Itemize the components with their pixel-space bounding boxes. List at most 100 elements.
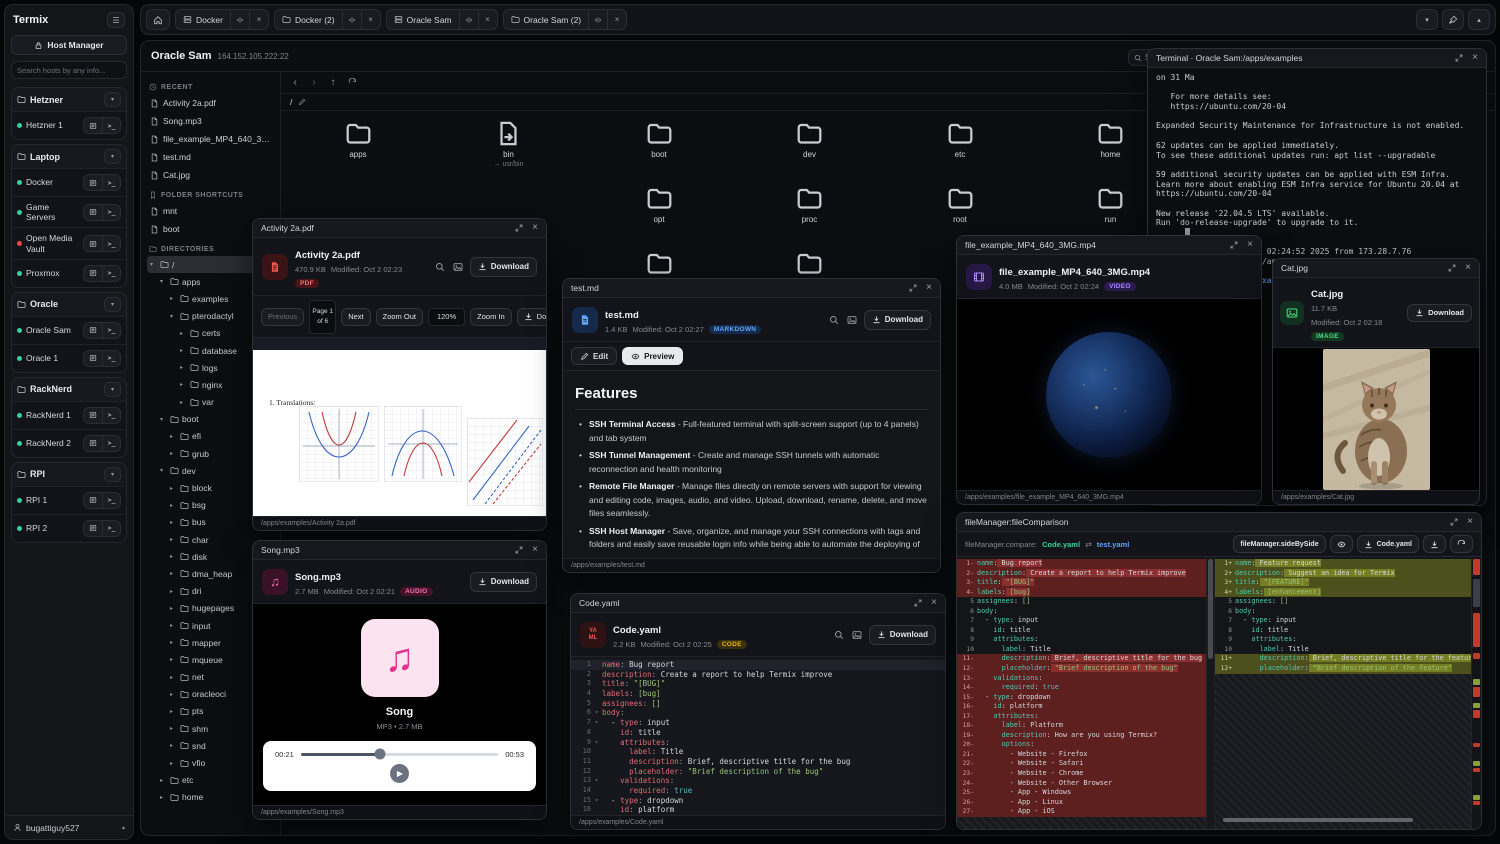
recent-cat-jpg[interactable]: Cat.jpg	[147, 166, 274, 184]
collapse-group-button[interactable]: ▾	[104, 149, 121, 164]
download-button[interactable]: Download	[470, 257, 537, 277]
diff-scrollbar[interactable]	[1207, 557, 1215, 829]
markdown-preview[interactable]: Features SSH Terminal Access - Full-feat…	[563, 371, 940, 558]
edit-path-icon[interactable]	[298, 98, 306, 106]
image-mode-icon[interactable]	[852, 630, 862, 640]
host-oracle-1[interactable]: Oracle 1>_	[12, 344, 126, 372]
shortcut-mnt[interactable]: mnt	[147, 202, 274, 220]
play-button[interactable]: ▶	[390, 764, 409, 783]
download-button[interactable]: Download	[517, 308, 546, 326]
file-manager-button[interactable]	[84, 436, 102, 451]
search-icon[interactable]	[829, 315, 839, 325]
code-editor[interactable]: 1name: Bug report2description: Create a …	[571, 657, 945, 815]
image-canvas[interactable]	[1273, 348, 1479, 490]
group-header-laptop[interactable]: Laptop▾	[12, 145, 126, 168]
grid-item-etc[interactable]: etc	[885, 120, 1035, 159]
expand-icon[interactable]	[914, 599, 922, 607]
close-icon[interactable]: ×	[1247, 240, 1253, 250]
grid-item-proc[interactable]: proc	[735, 185, 885, 224]
file-manager-button[interactable]	[84, 493, 102, 508]
collapse-group-button[interactable]: ▾	[104, 467, 121, 482]
tab-split-icon[interactable]	[342, 9, 361, 30]
host-manager-button[interactable]: Host Manager	[11, 35, 127, 55]
slider-thumb[interactable]	[374, 749, 385, 760]
recent-file-example-mp4-640-3mg[interactable]: file_example_MP4_640_3MG...	[147, 130, 274, 148]
recent-test-md[interactable]: test.md	[147, 148, 274, 166]
pdf-page[interactable]: 1. Translations:	[253, 338, 546, 516]
file-manager-button[interactable]	[84, 323, 102, 338]
host-open-media-vault[interactable]: Open Media Vault>_	[12, 227, 126, 258]
file-manager-button[interactable]	[84, 408, 102, 423]
grid-item-opt[interactable]: opt	[584, 185, 734, 224]
tab-docker-2[interactable]: Docker (2)×	[274, 9, 381, 30]
grid-item-boot[interactable]: boot	[584, 120, 734, 159]
image-mode-icon[interactable]	[847, 315, 857, 325]
tab-split-icon[interactable]	[459, 9, 478, 30]
file-manager-button[interactable]	[84, 118, 102, 133]
tab-close-icon[interactable]: ×	[607, 9, 626, 30]
window-titlebar[interactable]: Terminal · Oracle Sam:/apps/examples ×	[1148, 49, 1486, 68]
file-manager-button[interactable]	[84, 175, 102, 190]
terminal-button[interactable]: >_	[102, 493, 120, 508]
expand-icon[interactable]	[515, 224, 523, 232]
host-search-input[interactable]: Search hosts by any info...	[11, 61, 127, 79]
group-header-oracle[interactable]: Oracle▾	[12, 293, 126, 316]
host-game-servers[interactable]: Game Servers>_	[12, 196, 126, 227]
file-manager-button[interactable]	[84, 521, 102, 536]
window-titlebar[interactable]: Code.yaml ×	[571, 594, 945, 613]
terminal-button[interactable]: >_	[102, 436, 120, 451]
group-header-racknerd[interactable]: RackNerd▾	[12, 378, 126, 401]
window-titlebar[interactable]: file_example_MP4_640_3MG.mp4 ×	[957, 236, 1261, 255]
host-oracle-sam[interactable]: Oracle Sam>_	[12, 316, 126, 344]
close-icon[interactable]: ×	[1467, 517, 1473, 527]
preview-tab[interactable]: Preview	[622, 347, 683, 365]
zoom-out-button[interactable]: Zoom Out	[376, 308, 423, 326]
forward-button[interactable]: ›	[306, 75, 322, 91]
collapse-group-button[interactable]: ▾	[104, 297, 121, 312]
download-left-button[interactable]: Code.yaml	[1357, 535, 1419, 553]
download-button[interactable]: Download	[1407, 304, 1472, 322]
window-titlebar[interactable]: fileManager:fileComparison ×	[957, 513, 1481, 532]
expand-icon[interactable]	[909, 284, 917, 292]
next-page-button[interactable]: Next	[341, 308, 370, 326]
window-titlebar[interactable]: test.md ×	[563, 279, 940, 298]
menu-icon[interactable]: ☰	[107, 12, 125, 28]
diff-minimap[interactable]	[1471, 557, 1481, 829]
group-header-rpi[interactable]: RPI▾	[12, 463, 126, 486]
terminal-button[interactable]: >_	[102, 175, 120, 190]
close-icon[interactable]: ×	[532, 223, 538, 233]
tab-oracle-sam[interactable]: Oracle Sam×	[386, 9, 498, 30]
terminal-button[interactable]: >_	[102, 408, 120, 423]
tab-oracle-sam-2[interactable]: Oracle Sam (2)×	[503, 9, 628, 30]
expand-icon[interactable]	[515, 546, 523, 554]
host-rpi-2[interactable]: RPI 2>_	[12, 514, 126, 542]
image-mode-icon[interactable]	[453, 262, 463, 272]
host-racknerd-1[interactable]: RackNerd 1>_	[12, 401, 126, 429]
collapse-group-button[interactable]: ▾	[104, 382, 121, 397]
terminal-button[interactable]: >_	[102, 236, 120, 251]
close-icon[interactable]: ×	[931, 598, 937, 608]
diff-left-pane[interactable]: 1-name: Bug report2-description: Create …	[957, 557, 1207, 829]
collapse-group-button[interactable]: ▾	[104, 92, 121, 107]
tab-close-icon[interactable]: ×	[361, 9, 380, 30]
home-button[interactable]	[146, 9, 170, 30]
user-menu[interactable]: bugattiguy527 ▴	[5, 815, 133, 839]
refresh-button[interactable]	[344, 75, 360, 91]
tab-split-icon[interactable]	[588, 9, 607, 30]
host-proxmox[interactable]: Proxmox>_	[12, 259, 126, 287]
close-icon[interactable]: ×	[926, 283, 932, 293]
host-hetzner-1[interactable]: Hetzner 1>_	[12, 111, 126, 139]
download-button[interactable]: Download	[869, 625, 936, 645]
close-icon[interactable]: ×	[1465, 263, 1471, 273]
download-button[interactable]: Download	[864, 310, 931, 330]
refresh-button[interactable]	[1450, 535, 1473, 553]
tab-close-icon[interactable]: ×	[478, 9, 497, 30]
file-manager-button[interactable]	[84, 205, 102, 220]
download-button[interactable]: Download	[470, 572, 537, 592]
recent-song-mp3[interactable]: Song.mp3	[147, 112, 274, 130]
grid-item-bin[interactable]: bin→ usr/bin	[434, 120, 584, 168]
close-icon[interactable]: ×	[1472, 53, 1478, 63]
edit-tab[interactable]: Edit	[571, 347, 617, 365]
file-manager-button[interactable]	[84, 266, 102, 281]
chevron-down-button[interactable]: ▾	[1416, 9, 1438, 30]
